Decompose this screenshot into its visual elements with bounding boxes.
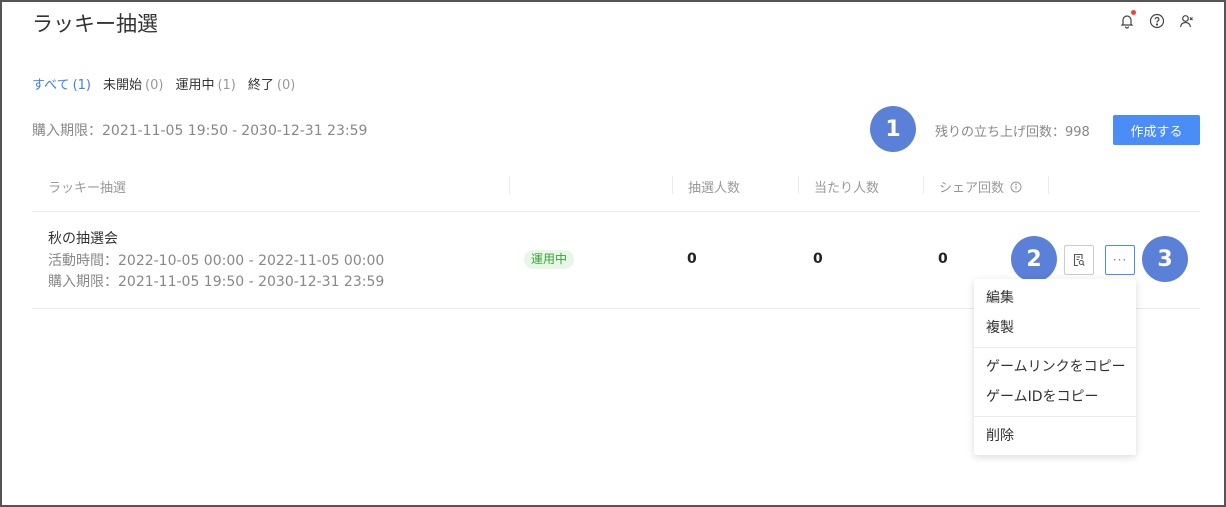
lottery-name: 秋の抽選会 bbox=[48, 231, 118, 247]
annotation-badge-3: 3 bbox=[1142, 236, 1188, 282]
status-tabs: すべて (1) 未開始 (0) 運用中 (1) 終了 (0) bbox=[32, 74, 295, 93]
create-button[interactable]: 作成する bbox=[1113, 115, 1200, 145]
column-header-participants: 抽選人数 bbox=[688, 181, 741, 196]
menu-item-duplicate[interactable]: 複製 bbox=[974, 313, 1136, 343]
purchase-period: 購入期限：2021-11-05 19:50-2030-12-31 23:59 bbox=[32, 123, 368, 139]
menu-item-copy-game-link[interactable]: ゲームリンクをコピー bbox=[974, 352, 1136, 382]
menu-divider bbox=[974, 347, 1136, 348]
annotation-badge-2: 2 bbox=[1011, 236, 1057, 282]
document-search-icon bbox=[1073, 253, 1085, 267]
bell-icon[interactable] bbox=[1118, 10, 1136, 30]
more-actions-menu: 編集 複製 ゲームリンクをコピー ゲームIDをコピー 削除 bbox=[974, 279, 1136, 455]
menu-item-delete[interactable]: 削除 bbox=[974, 421, 1136, 451]
participants-count: 0 bbox=[687, 251, 697, 267]
column-divider bbox=[1048, 176, 1049, 194]
help-icon[interactable] bbox=[1148, 12, 1166, 30]
menu-item-edit[interactable]: 編集 bbox=[974, 283, 1136, 313]
tab-all[interactable]: すべて (1) bbox=[32, 74, 91, 93]
column-divider bbox=[509, 176, 510, 194]
menu-item-copy-game-id[interactable]: ゲームIDをコピー bbox=[974, 382, 1136, 412]
column-divider bbox=[672, 176, 673, 194]
column-divider bbox=[798, 176, 799, 194]
winners-count: 0 bbox=[813, 251, 823, 267]
shares-count: 0 bbox=[938, 251, 948, 267]
user-switch-icon[interactable] bbox=[1178, 12, 1196, 30]
app-frame: ラッキー抽選 すべて (1) 未開始 (0) 運用中 (1) 終了 (0) 購入期限：2… bbox=[0, 0, 1226, 507]
column-divider bbox=[923, 176, 924, 194]
annotation-badge-1: 1 bbox=[870, 106, 916, 152]
column-header-name: ラッキー抽選 bbox=[48, 181, 127, 196]
notification-dot bbox=[1131, 10, 1136, 15]
header-icons bbox=[1118, 10, 1196, 30]
status-badge: 運用中 bbox=[524, 250, 575, 269]
table-header: ラッキー抽選 抽選人数 当たり人数 シェア回数 bbox=[32, 172, 1200, 212]
tab-not-started[interactable]: 未開始 (0) bbox=[103, 74, 163, 93]
page-title: ラッキー抽選 bbox=[32, 12, 158, 36]
more-actions-button[interactable]: ··· bbox=[1105, 245, 1135, 275]
tab-ended[interactable]: 終了 (0) bbox=[248, 74, 295, 93]
activity-period: 活動時間：2022-10-05 00:00 - 2022-11-05 00:00 bbox=[48, 253, 385, 269]
info-icon[interactable] bbox=[1010, 181, 1022, 193]
row-purchase-period: 購入期限：2021-11-05 19:50 - 2030-12-31 23:59 bbox=[48, 274, 385, 290]
remaining-launch-count: 残りの立ち上げ回数：998 bbox=[935, 125, 1090, 140]
column-header-shares: シェア回数 bbox=[939, 177, 1022, 196]
menu-divider bbox=[974, 416, 1136, 417]
tab-in-operation[interactable]: 運用中 (1) bbox=[175, 74, 235, 93]
column-header-winners: 当たり人数 bbox=[814, 181, 880, 196]
view-details-button[interactable] bbox=[1064, 245, 1094, 275]
